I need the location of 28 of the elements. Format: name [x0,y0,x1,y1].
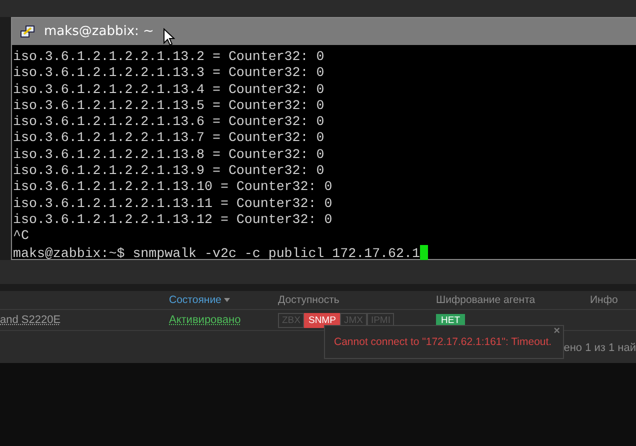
terminal-line: iso.3.6.1.2.1.2.2.1.13.12 = Counter32: 0 [13,212,334,228]
terminal-line: iso.3.6.1.2.1.2.2.1.13.11 = Counter32: 0 [13,196,334,212]
column-header[interactable]: Доступность [278,294,436,306]
terminal-line: iso.3.6.1.2.1.2.2.1.13.5 = Counter32: 0 [13,98,326,114]
encryption-tag: НЕТ [436,314,465,326]
computers-icon [20,24,36,40]
terminal-line: iso.3.6.1.2.1.2.2.1.13.4 = Counter32: 0 [13,82,326,98]
terminal-line: iso.3.6.1.2.1.2.2.1.13.7 = Counter32: 0 [13,130,326,147]
sort-arrow-icon [224,298,230,302]
cursor-block [420,244,428,260]
window-title: maks@zabbix: ~ [44,24,154,39]
terminal-line: iso.3.6.1.2.1.2.2.1.13.2 = Counter32: 0 [13,49,326,66]
column-header[interactable]: Состояние [169,294,278,306]
close-button[interactable]: × [554,326,560,337]
error-message: Cannot connect to "172.17.62.1:161": Timeout. [334,336,552,348]
terminal-line: iso.3.6.1.2.1.2.2.1.13.10 = Counter32: 0 [13,179,334,196]
terminal-prompt: maks@zabbix:~$ snmpwalk -v2c -c publicl 172.17.62.1 [13,244,636,262]
terminal-line: ^C [13,228,30,245]
column-header[interactable]: Шифрование агента [436,294,590,306]
terminal-line: iso.3.6.1.2.1.2.2.1.13.8 = Counter32: 0 [13,146,326,164]
host-link[interactable]: and S2220E [0,314,169,326]
terminal-line: iso.3.6.1.2.1.2.2.1.13.6 = Counter32: 0 [13,114,326,130]
terminal-line: iso.3.6.1.2.1.2.2.1.13.3 = Counter32: 0 [13,65,326,82]
column-header[interactable]: Инфо [590,294,636,306]
availability-tag: SNMP [304,312,340,328]
results-text: ено 1 из 1 най [564,342,636,354]
terminal-line: iso.3.6.1.2.1.2.2.1.13.9 = Counter32: 0 [13,163,326,180]
status-link[interactable]: Активировано [169,314,278,326]
